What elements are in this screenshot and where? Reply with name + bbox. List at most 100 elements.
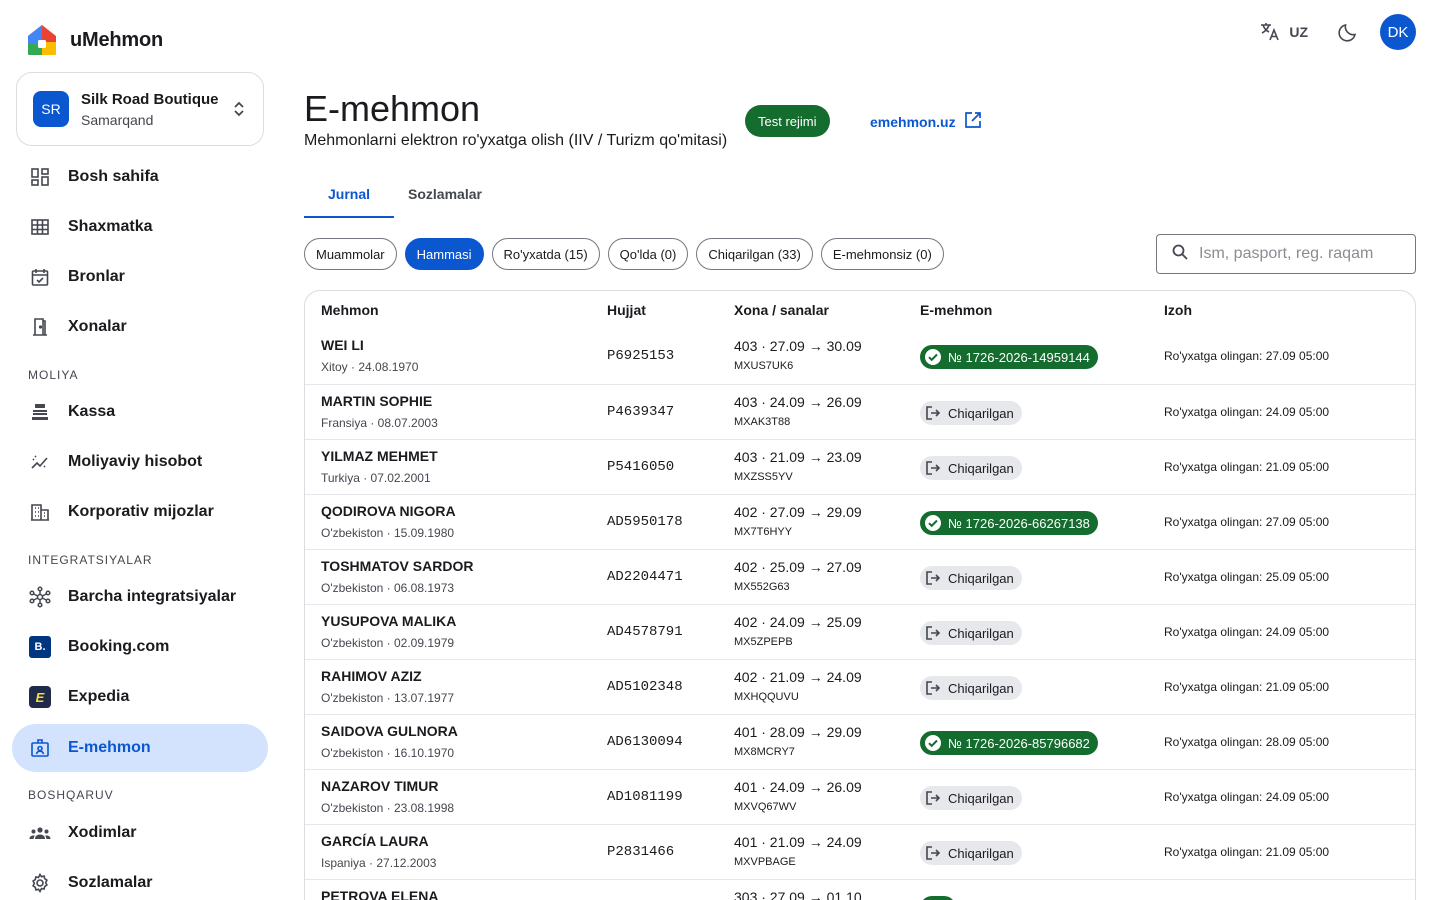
page-title: E-mehmon bbox=[304, 88, 481, 129]
nav-label: Moliyaviy hisobot bbox=[68, 453, 203, 470]
status-text: Chiqarilgan bbox=[948, 845, 1014, 861]
calendar-check-icon bbox=[28, 265, 52, 289]
expedia-logo-icon: E bbox=[28, 685, 52, 709]
filter-chips: Muammolar Hammasi Ro'yxatda (15) Qo'lda … bbox=[304, 238, 944, 270]
status-text: Chiqarilgan bbox=[948, 790, 1014, 806]
registration-note: Ro'yxatga olingan: 27.09 05:00 bbox=[1164, 349, 1330, 363]
booking-code: MXVQ67WV bbox=[734, 801, 797, 813]
check-circle-icon bbox=[924, 514, 942, 532]
table-row[interactable]: RAHIMOV AZIZ O'zbekiston · 13.07.1977 AD… bbox=[305, 659, 1415, 714]
registration-note: Ro'yxatga olingan: 24.09 05:00 bbox=[1164, 790, 1330, 804]
check-circle-icon bbox=[924, 734, 942, 752]
external-link-label: emehmon.uz bbox=[870, 113, 956, 130]
room-dates: 402 · 24.09 → 25.09 bbox=[734, 614, 862, 630]
emehmon-status-badge: № 1726-2026-66267138 bbox=[920, 511, 1098, 535]
nav-item-emehmon[interactable]: E-mehmon bbox=[12, 724, 268, 772]
nav-item-home[interactable]: Bosh sahifa bbox=[12, 153, 268, 201]
emehmon-status-badge: Chiqarilgan bbox=[920, 786, 1022, 810]
nav-item-corporate[interactable]: Korporativ mijozlar bbox=[12, 488, 268, 536]
page-subtitle: Mehmonlarni elektron ro'yxatga olish (II… bbox=[304, 132, 728, 149]
emehmon-external-link[interactable]: emehmon.uz bbox=[870, 111, 982, 132]
search-input[interactable] bbox=[1199, 245, 1399, 263]
dark-mode-icon[interactable] bbox=[1336, 20, 1360, 44]
registration-note: Ro'yxatga olingan: 21.09 05:00 bbox=[1164, 680, 1330, 694]
guest-country-dob: Ispaniya · 27.12.2003 bbox=[321, 856, 437, 870]
passport-number: AD5102348 bbox=[607, 679, 683, 695]
guest-name: YUSUPOVA MALIKA bbox=[321, 613, 457, 629]
guest-country-dob: Fransiya · 08.07.2003 bbox=[321, 416, 438, 430]
registration-note: Ro'yxatga olingan: 24.09 05:00 bbox=[1164, 405, 1330, 419]
nav-item-cash[interactable]: Kassa bbox=[12, 388, 268, 436]
table-row[interactable]: WEI LI Xitoy · 24.08.1970 P6925153 403 ·… bbox=[305, 329, 1415, 384]
room-dates: 403 · 21.09 → 23.09 bbox=[734, 449, 862, 465]
emehmon-status-badge: Chiqarilgan bbox=[920, 841, 1022, 865]
app-logo[interactable]: uMehmon bbox=[24, 22, 163, 58]
booking-code: MXZSS5YV bbox=[734, 471, 793, 483]
hotel-avatar: SR bbox=[33, 91, 69, 127]
filter-all[interactable]: Hammasi bbox=[404, 238, 484, 270]
hub-icon bbox=[28, 585, 52, 609]
passport-number: AD6130094 bbox=[607, 734, 683, 750]
nav-section-integrations: INTEGRATSIYALAR bbox=[28, 553, 153, 567]
passport-number: P5416050 bbox=[607, 459, 675, 475]
room-dates: 402 · 25.09 → 27.09 bbox=[734, 559, 862, 575]
tab-settings[interactable]: Sozlamalar bbox=[394, 170, 496, 218]
emehmon-status-badge: Chiqarilgan bbox=[920, 676, 1022, 700]
table-row[interactable]: GARCÍA LAURA Ispaniya · 27.12.2003 P2831… bbox=[305, 824, 1415, 879]
tabs: Jurnal Sozlamalar bbox=[304, 170, 496, 218]
unfold-icon bbox=[231, 99, 247, 119]
nav-item-bookings[interactable]: Bronlar bbox=[12, 253, 268, 301]
nav-item-chess[interactable]: Shaxmatka bbox=[12, 203, 268, 251]
guest-name: RAHIMOV AZIZ bbox=[321, 668, 422, 684]
guest-name: QODIROVA NIGORA bbox=[321, 503, 456, 519]
cash-register-icon bbox=[28, 400, 52, 424]
emehmon-status-badge: Chiqarilgan bbox=[920, 401, 1022, 425]
topbar: UZ DK bbox=[1259, 14, 1416, 50]
table-row[interactable]: NAZAROV TIMUR O'zbekiston · 23.08.1998 A… bbox=[305, 769, 1415, 824]
table-row[interactable]: QODIROVA NIGORA O'zbekiston · 15.09.1980… bbox=[305, 494, 1415, 549]
nav-item-rooms[interactable]: Xonalar bbox=[12, 303, 268, 351]
status-text: № 1726-2026-66267138 bbox=[948, 515, 1090, 531]
table-row[interactable]: SAIDOVA GULNORA O'zbekiston · 16.10.1970… bbox=[305, 714, 1415, 769]
nav-item-booking[interactable]: B. Booking.com bbox=[12, 623, 268, 671]
room-dates: 401 · 28.09 → 29.09 bbox=[734, 724, 862, 740]
filter-registered[interactable]: Ro'yxatda (15) bbox=[491, 238, 600, 270]
filter-no-emehmon[interactable]: E-mehmonsiz (0) bbox=[820, 238, 944, 270]
guest-name: MARTIN SOPHIE bbox=[321, 393, 433, 409]
hotel-switcher[interactable]: SR Silk Road Boutique Samarqand bbox=[16, 72, 264, 146]
user-avatar[interactable]: DK bbox=[1380, 14, 1416, 50]
passport-number: AD2204471 bbox=[607, 569, 683, 585]
guest-name: WEI LI bbox=[321, 337, 364, 353]
table-row[interactable]: TOSHMATOV SARDOR O'zbekiston · 06.08.197… bbox=[305, 549, 1415, 604]
status-text: № 1726-2026-14959144 bbox=[948, 349, 1090, 365]
nav-item-all-integrations[interactable]: Barcha integratsiyalar bbox=[12, 573, 268, 621]
registration-note: Ro'yxatga olingan: 25.09 05:00 bbox=[1164, 570, 1330, 584]
nav-item-fin-report[interactable]: Moliyaviy hisobot bbox=[12, 438, 268, 486]
header-emehmon: E-mehmon bbox=[920, 302, 993, 318]
nav-item-expedia[interactable]: E Expedia bbox=[12, 673, 268, 721]
tab-journal[interactable]: Jurnal bbox=[304, 170, 394, 218]
room-dates: 401 · 21.09 → 24.09 bbox=[734, 834, 862, 850]
search-icon bbox=[1171, 243, 1189, 266]
filter-manual[interactable]: Qo'lda (0) bbox=[607, 238, 689, 270]
table-row[interactable]: YILMAZ MEHMET Turkiya · 07.02.2001 P5416… bbox=[305, 439, 1415, 494]
passport-number: P6925153 bbox=[607, 348, 675, 364]
filter-checked-out[interactable]: Chiqarilgan (33) bbox=[696, 238, 813, 270]
room-dates: 403 · 24.09 → 26.09 bbox=[734, 394, 862, 410]
status-text: Chiqarilgan bbox=[948, 460, 1014, 476]
nav-label: Xodimlar bbox=[68, 824, 137, 841]
emehmon-status-badge: № 1726-2026-14959144 bbox=[920, 345, 1098, 369]
booking-code: MXVPBAGE bbox=[734, 856, 796, 868]
filter-problems[interactable]: Muammolar bbox=[304, 238, 397, 270]
table-row[interactable]: YUSUPOVA MALIKA O'zbekiston · 02.09.1979… bbox=[305, 604, 1415, 659]
nav-label: Booking.com bbox=[68, 638, 170, 655]
nav-item-settings[interactable]: Sozlamalar bbox=[12, 859, 268, 900]
language-switcher[interactable]: UZ bbox=[1259, 20, 1308, 45]
table-row[interactable]: PETROVA ELENA 303 · 27.09 → 01.10 bbox=[305, 879, 1415, 900]
nav-label: Shaxmatka bbox=[68, 218, 153, 235]
guest-country-dob: O'zbekiston · 13.07.1977 bbox=[321, 691, 455, 705]
dashboard-icon bbox=[28, 165, 52, 189]
room-dates: 303 · 27.09 → 01.10 bbox=[734, 889, 862, 900]
table-row[interactable]: MARTIN SOPHIE Fransiya · 08.07.2003 P463… bbox=[305, 384, 1415, 439]
nav-item-staff[interactable]: Xodimlar bbox=[12, 809, 268, 857]
